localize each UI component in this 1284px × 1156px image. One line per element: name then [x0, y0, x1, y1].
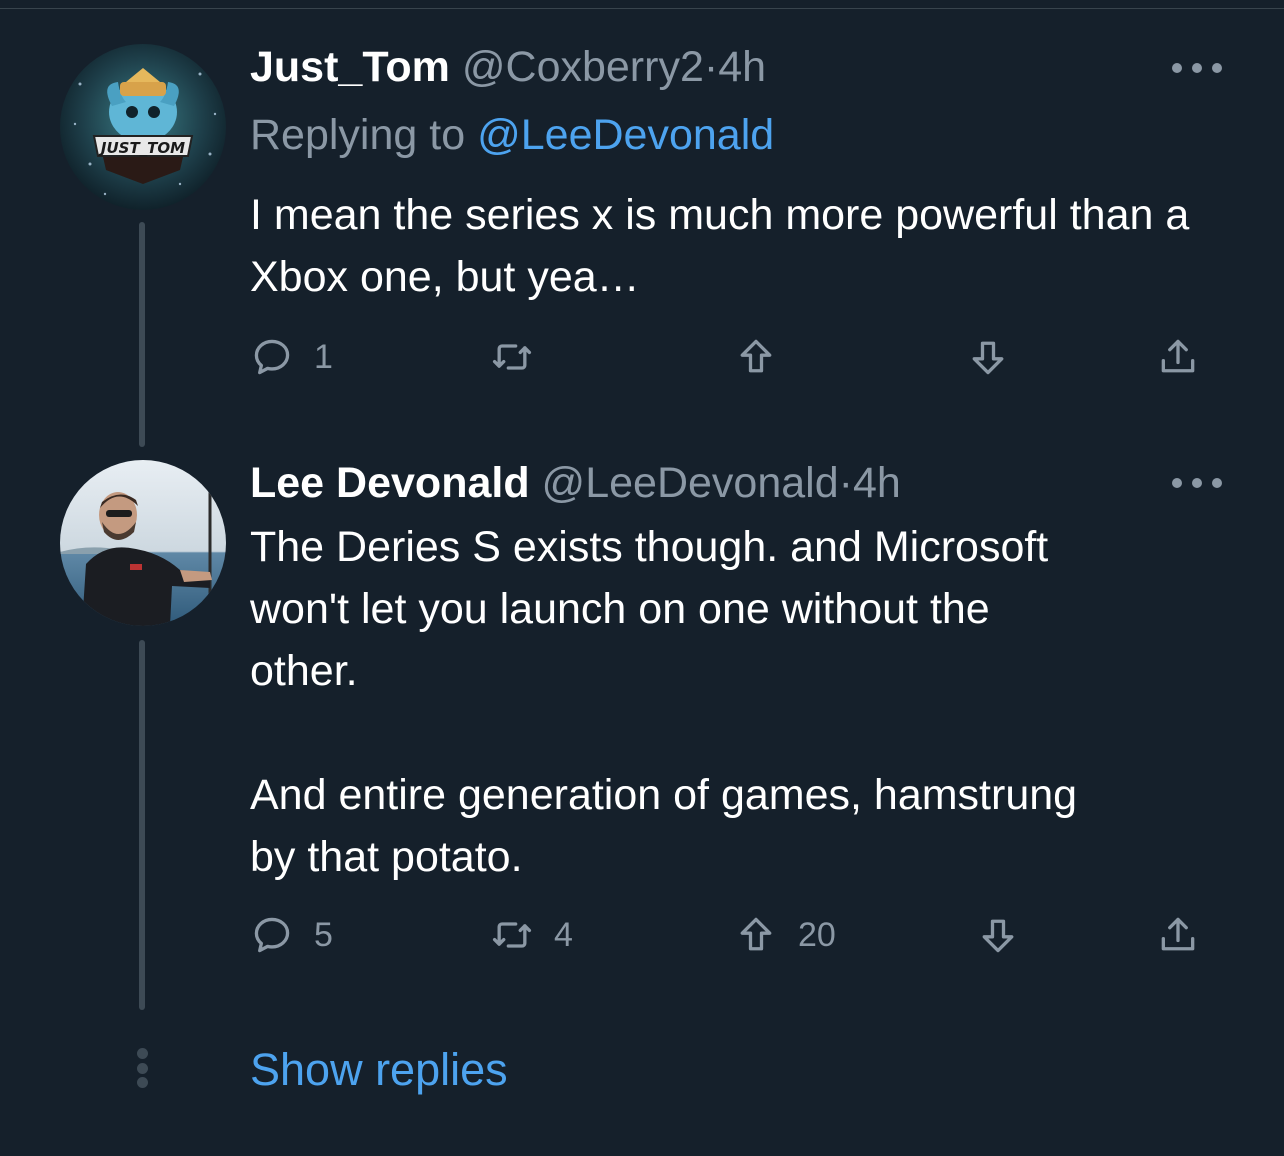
avatar-just-tom-image: JUST_TOM	[60, 44, 226, 210]
replying-to-mention[interactable]: @LeeDevonald	[477, 111, 774, 159]
handle[interactable]: @LeeDevonald	[542, 459, 839, 507]
thread-line	[139, 640, 145, 1010]
more-icon-dot	[1212, 63, 1222, 73]
dot	[136, 1048, 148, 1059]
share-button[interactable]	[1156, 910, 1200, 960]
upvote-button[interactable]	[734, 332, 798, 382]
separator-dot: ·	[703, 43, 719, 91]
avatar-just-tom[interactable]: JUST_TOM	[60, 44, 226, 210]
avatar-lee-devonald[interactable]	[60, 460, 226, 626]
downvote-button[interactable]	[966, 332, 1030, 382]
downvote-icon	[982, 919, 1014, 953]
avatar-lee-devonald-image	[60, 460, 226, 626]
separator-dot: ·	[838, 459, 853, 507]
share-button[interactable]	[1156, 332, 1200, 382]
action-bar: 5 4 20	[250, 910, 1210, 960]
timestamp[interactable]: 4h	[718, 43, 766, 91]
action-bar: 1	[250, 332, 1210, 382]
tweet-text: The Deries S exists though. and Microsof…	[250, 523, 1078, 881]
reply-button[interactable]: 5	[250, 910, 333, 960]
share-icon	[1161, 339, 1195, 373]
retweet-button[interactable]: 4	[490, 910, 573, 960]
upvote-icon	[740, 917, 772, 951]
reply-count: 1	[314, 337, 333, 376]
retweet-icon	[492, 344, 532, 370]
more-options-button[interactable]	[1172, 473, 1222, 493]
retweet-icon	[492, 922, 532, 948]
upvote-icon	[740, 339, 772, 373]
more-icon	[1172, 478, 1182, 488]
more-icon-dot	[1192, 63, 1202, 73]
show-replies-link[interactable]: Show replies	[250, 1042, 508, 1098]
handle[interactable]: @Coxberry2	[462, 43, 704, 91]
avatar-logo-text: JUST_TOM	[98, 139, 185, 157]
reply-icon	[254, 339, 290, 375]
more-icon-dot	[1192, 478, 1202, 488]
tweet-text: I mean the series x is much more powerfu…	[250, 191, 1190, 301]
retweet-button[interactable]	[490, 332, 554, 382]
more-options-button[interactable]	[1172, 58, 1222, 78]
downvote-icon	[972, 341, 1004, 375]
share-icon	[1161, 917, 1195, 951]
retweet-count: 4	[554, 915, 573, 954]
display-name[interactable]: Lee Devonald	[250, 459, 530, 507]
replying-to-label: Replying to	[250, 111, 466, 159]
timestamp[interactable]: 4h	[853, 459, 901, 507]
dot	[136, 1077, 148, 1088]
thread-line	[139, 222, 145, 447]
top-divider	[0, 8, 1284, 9]
replying-to: Replying to @LeeDevonald	[250, 110, 774, 160]
more-replies-dots-icon	[136, 1048, 148, 1088]
display-name[interactable]: Just_Tom	[250, 43, 450, 91]
upvote-button[interactable]: 20	[734, 910, 836, 960]
more-icon	[1172, 63, 1182, 73]
reply-button[interactable]: 1	[250, 332, 333, 382]
tweet-header: Just_Tom @Coxberry2·4h	[250, 42, 766, 92]
dot	[136, 1062, 148, 1074]
reply-icon	[254, 917, 290, 953]
upvote-count: 20	[798, 915, 836, 954]
tweet-header: Lee Devonald @LeeDevonald·4h	[250, 458, 901, 508]
downvote-button[interactable]	[976, 910, 1040, 960]
reply-count: 5	[314, 915, 333, 954]
more-icon-dot	[1212, 478, 1222, 488]
